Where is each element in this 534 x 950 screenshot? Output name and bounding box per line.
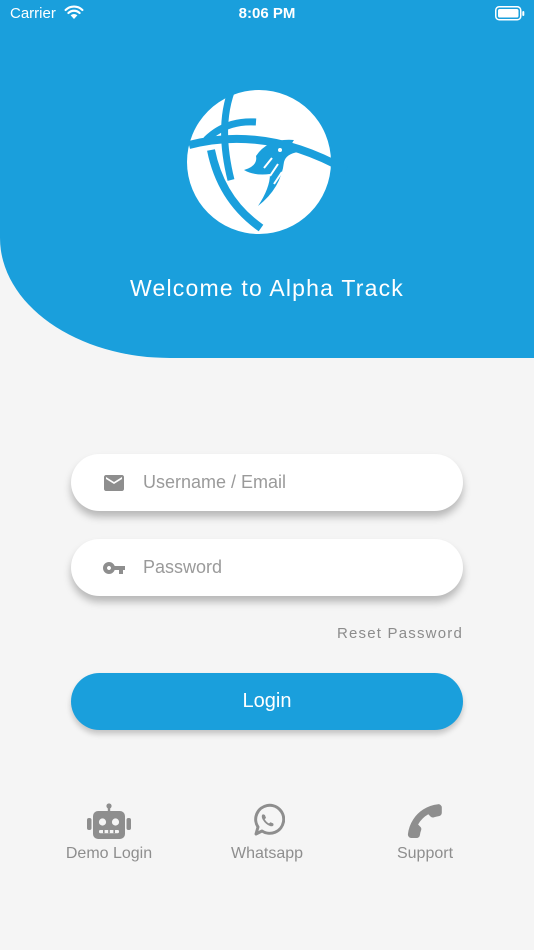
- password-field[interactable]: [71, 539, 463, 596]
- password-input[interactable]: [143, 539, 443, 596]
- welcome-title: Welcome to Alpha Track: [130, 275, 404, 301]
- clock: 8:06 PM: [238, 5, 296, 22]
- demo-login-label: Demo Login: [65, 845, 153, 862]
- username-field[interactable]: [71, 454, 463, 511]
- robot-icon: [87, 803, 131, 839]
- key-icon: [103, 562, 125, 574]
- header-banner: Carrier 8:06 PM Welcome to Alpha Track: [0, 0, 534, 358]
- support-label: Support: [396, 845, 454, 862]
- whatsapp-button[interactable]: Whatsapp: [197, 803, 337, 863]
- username-input[interactable]: [143, 454, 443, 511]
- support-button[interactable]: Support: [355, 803, 495, 863]
- login-button[interactable]: Login: [71, 673, 463, 730]
- battery-icon: [495, 6, 525, 21]
- whatsapp-label: Whatsapp: [230, 845, 304, 862]
- email-icon: [104, 475, 124, 491]
- whatsapp-icon: [254, 803, 285, 836]
- status-bar: Carrier 8:06 PM: [0, 0, 534, 28]
- demo-login-button[interactable]: Demo Login: [39, 803, 179, 863]
- eagle-globe-logo: [187, 80, 348, 234]
- phone-icon: [407, 804, 442, 839]
- reset-password-link[interactable]: Reset Password: [337, 625, 463, 642]
